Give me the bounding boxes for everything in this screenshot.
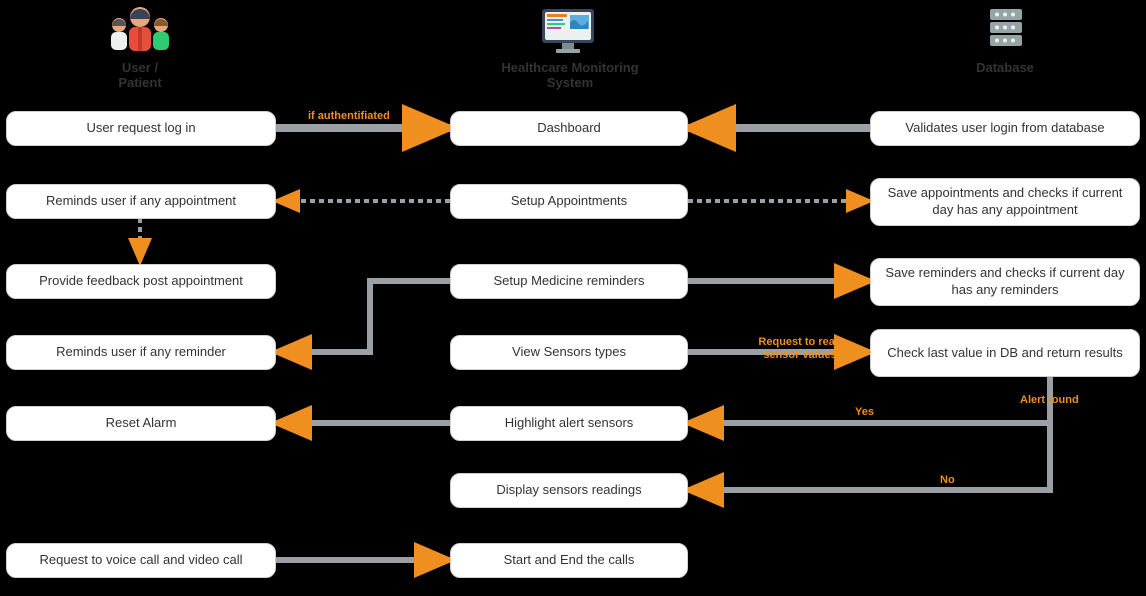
node-sys-setup-appointments: Setup Appointments	[450, 184, 688, 219]
lane-header-system: Healthcare Monitoring System	[480, 60, 660, 90]
node-sys-dashboard: Dashboard	[450, 111, 688, 146]
node-sys-start-end-calls: Start and End the calls	[450, 543, 688, 578]
node-sys-display-readings: Display sensors readings	[450, 473, 688, 508]
node-db-save-reminders: Save reminders and checks if current day…	[870, 258, 1140, 306]
edge-label-yes: Yes	[855, 406, 874, 418]
node-sys-view-sensors: View Sensors types	[450, 335, 688, 370]
lane-header-db: Database	[960, 60, 1050, 75]
edge-label-request-sensor: Request to read sensor values	[740, 336, 860, 362]
node-user-call-request: Request to voice call and video call	[6, 543, 276, 578]
node-sys-highlight-alert: Highlight alert sensors	[450, 406, 688, 441]
diagram-canvas: User / Patient Healthcare Monitoring Sys…	[0, 0, 1146, 596]
node-user-feedback: Provide feedback post appointment	[6, 264, 276, 299]
lane-header-user: User / Patient	[100, 60, 180, 90]
node-db-save-appointments: Save appointments and checks if current …	[870, 178, 1140, 226]
database-icon	[986, 5, 1026, 55]
node-user-reset-alarm: Reset Alarm	[6, 406, 276, 441]
node-user-appointment-remind: Reminds user if any appointment	[6, 184, 276, 219]
node-db-check-last-value: Check last value in DB and return result…	[870, 329, 1140, 377]
node-user-login: User request log in	[6, 111, 276, 146]
monitor-icon	[538, 5, 598, 60]
edge-label-no: No	[940, 474, 955, 486]
node-user-reminder: Reminds user if any reminder	[6, 335, 276, 370]
node-sys-medicine-reminders: Setup Medicine reminders	[450, 264, 688, 299]
edge-label-authentifiated: if authentifiated	[308, 110, 390, 122]
node-db-validate-login: Validates user login from database	[870, 111, 1140, 146]
user-icon	[105, 5, 175, 60]
edge-label-alert-found: Alert found	[1020, 394, 1079, 406]
